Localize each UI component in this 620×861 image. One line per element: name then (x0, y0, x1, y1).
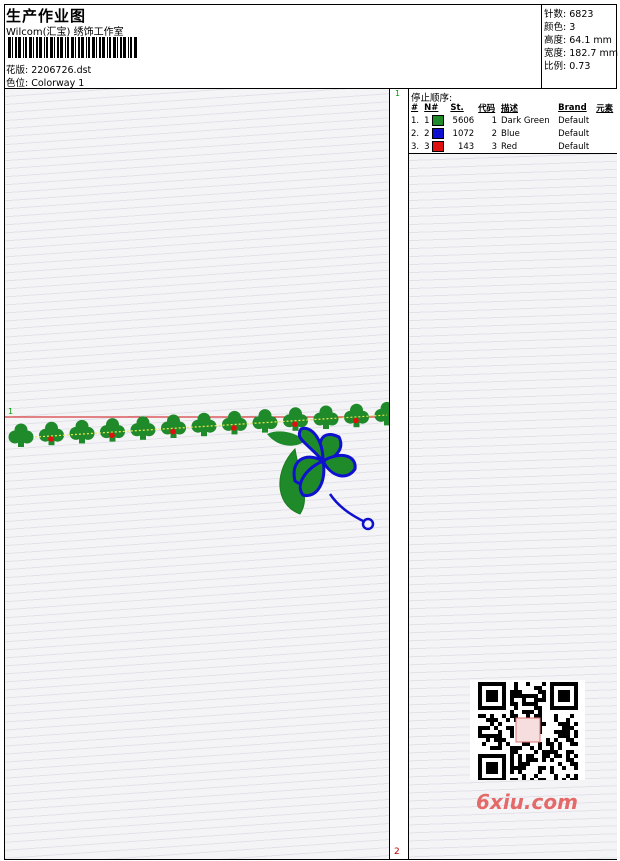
barcode (8, 37, 137, 58)
design-file: 花版: 2206726.dst (6, 62, 91, 76)
red-stitch-dot (292, 421, 298, 428)
red-stitch-dot (170, 428, 176, 435)
barcode-bar (44, 37, 45, 58)
barcode-bar (75, 37, 76, 58)
barcode-bar (39, 37, 42, 58)
clover-motif (374, 401, 389, 426)
barcode-bar (81, 37, 84, 58)
clover-motif (252, 409, 278, 433)
clover-motif (344, 403, 369, 428)
stat-stitches: 针数: 6823 (544, 9, 594, 20)
barcode-bar (15, 37, 17, 58)
col-index: # (411, 103, 419, 113)
qr-code (470, 680, 585, 780)
barcode-bar (134, 37, 137, 58)
stem-end-loop (361, 517, 375, 531)
barcode-bar (92, 37, 95, 58)
barcode-bar (50, 37, 53, 58)
barcode-bar (23, 37, 24, 58)
stat-scale: 比例: 0.73 (544, 61, 591, 72)
barcode-bar (54, 37, 55, 58)
col-brand: Brand (558, 103, 587, 113)
stat-height: 高度: 64.1 mm (544, 35, 612, 46)
red-stitch-dot (48, 436, 54, 442)
clover-motif (69, 419, 95, 444)
watermark-logo: 6xiu.com (476, 790, 578, 814)
red-stitch-dot (353, 417, 359, 424)
col-element: 元素 (596, 104, 614, 114)
colorway: 色位: Colorway 1 (6, 75, 84, 89)
embroidery-design (5, 401, 389, 531)
barcode-bar (107, 37, 108, 58)
barcode-bar (71, 37, 74, 58)
stop-sequence-table: # N# St. 代码 描述 Brand 元素 1. 1 5606 1 Dark… (409, 102, 617, 153)
barcode-bar (96, 37, 97, 58)
col-stitches: St. (450, 103, 464, 113)
clover-motif (191, 412, 217, 437)
left-marker: 1 (8, 407, 14, 416)
color-swatch (432, 115, 445, 126)
barcode-bar (60, 37, 63, 58)
side-divider: 1 2 (389, 89, 409, 859)
clover-motif (8, 423, 34, 447)
flower-motif (267, 426, 375, 531)
stem (328, 493, 366, 524)
barcode-bar (46, 37, 48, 58)
barcode-bar (88, 37, 90, 58)
barcode-bar (130, 37, 132, 58)
barcode-bar (78, 37, 80, 58)
clover-motif (161, 414, 186, 438)
barcode-bar (128, 37, 129, 58)
barcode-bar (36, 37, 38, 58)
stat-colors: 颜色: 3 (544, 22, 576, 33)
col-n: N# (424, 103, 439, 113)
stop-sequence-header: 停止顺序: # N# St. 代码 描述 Brand 元素 1. 1 5606 (409, 89, 617, 154)
stats-box: 针数: 6823 颜色: 3 高度: 64.1 mm 宽度: 182.7 mm … (541, 4, 618, 88)
clover-motif (222, 410, 247, 435)
red-stitch-dot (109, 432, 115, 439)
barcode-bar (12, 37, 13, 58)
barcode-bar (120, 37, 122, 58)
barcode-bar (86, 37, 87, 58)
barcode-bar (117, 37, 118, 58)
design-canvas: 1 (5, 89, 389, 859)
bottom-marker: 2 (394, 847, 400, 857)
flower-center (320, 458, 326, 464)
barcode-bar (65, 37, 66, 58)
qr-center-seal (515, 717, 541, 743)
petal-right (321, 453, 357, 478)
company-name: Wilcom(汇宝) 绣饰工作室 (6, 27, 124, 38)
barcode-bar (8, 37, 11, 58)
barcode-bar (18, 37, 21, 58)
barcode-bar (99, 37, 101, 58)
table-row: 2. 2 1072 2 Blue Default (411, 128, 590, 139)
table-row: 1. 1 5606 1 Dark Green Default (411, 115, 590, 126)
barcode-bar (123, 37, 126, 58)
color-swatch (432, 141, 445, 152)
barcode-bar (67, 37, 69, 58)
red-stitch-dot (231, 425, 237, 431)
barcode-bar (102, 37, 105, 58)
barcode-bar (25, 37, 27, 58)
clover-motif (100, 418, 125, 442)
clover-motif (130, 416, 156, 440)
barcode-bar (57, 37, 59, 58)
qr-code-icon (478, 682, 578, 780)
table-header-row: # N# St. 代码 描述 Brand 元素 (409, 102, 617, 114)
stat-width: 宽度: 182.7 mm (544, 48, 618, 59)
barcode-bar (109, 37, 111, 58)
clover-motif (313, 405, 339, 429)
color-swatch (432, 128, 445, 139)
table-row: 3. 3 143 3 Red Default (411, 141, 590, 152)
barcode-bar (113, 37, 116, 58)
barcode-bar (33, 37, 34, 58)
col-desc: 描述 (500, 104, 518, 114)
col-code: 代码 (478, 104, 496, 114)
barcode-bar (29, 37, 32, 58)
top-marker: 1 (395, 89, 401, 98)
